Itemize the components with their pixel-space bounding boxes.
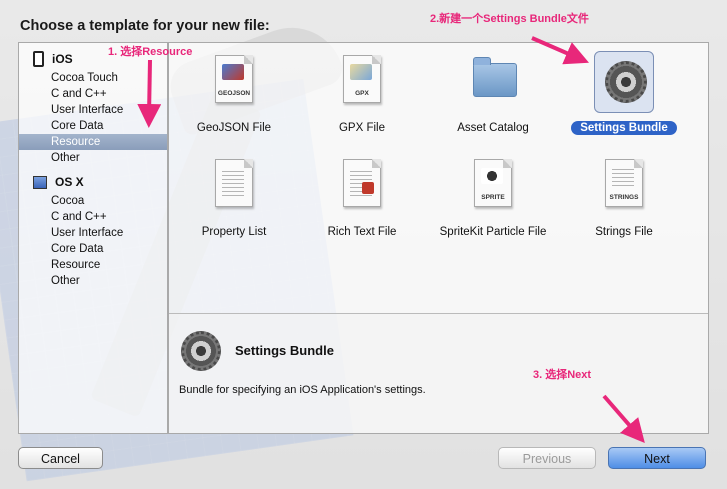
- arrow-to-settings-bundle: [531, 36, 590, 65]
- arrow-to-resource: [137, 59, 162, 128]
- annotation-arrows: [137, 36, 645, 444]
- arrow-to-next: [602, 394, 645, 444]
